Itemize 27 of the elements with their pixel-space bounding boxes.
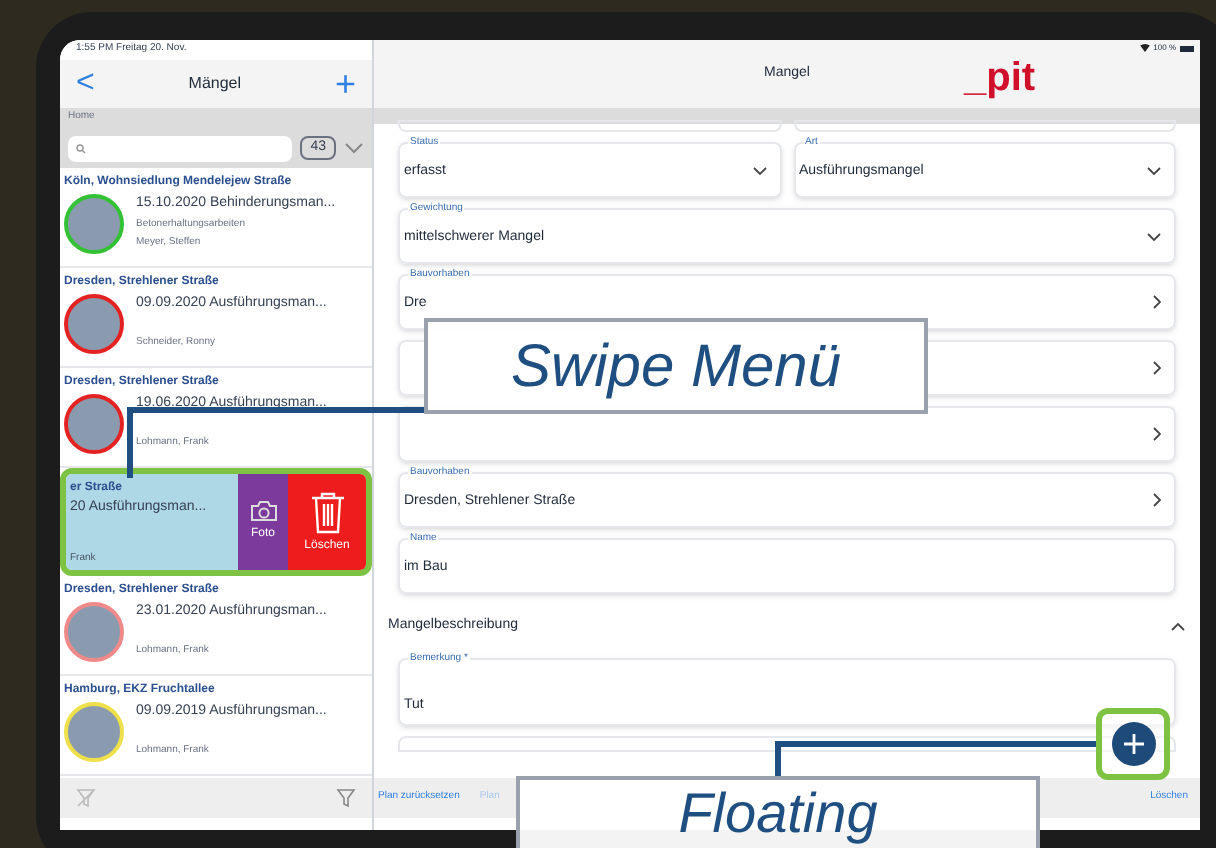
- chevron-down-icon: [751, 165, 767, 175]
- chevron-down-icon[interactable]: [344, 142, 364, 154]
- chevron-up-icon: [1170, 621, 1186, 631]
- plus-icon: [1123, 734, 1143, 754]
- add-button[interactable]: +: [334, 66, 356, 102]
- callout-label: Floating: [678, 780, 878, 848]
- panel-title: Mängel: [188, 72, 242, 96]
- chevron-right-icon: [1152, 426, 1162, 442]
- filter-icon[interactable]: [336, 788, 356, 808]
- chevron-down-icon: [1146, 165, 1162, 175]
- brand-logo: _pit: [964, 58, 1036, 98]
- search-icon: [76, 143, 86, 153]
- chevron-right-icon: [1152, 294, 1162, 310]
- chevron-right-icon: [1152, 360, 1162, 376]
- wifi-icon: [1139, 44, 1150, 52]
- back-button[interactable]: <: [76, 68, 95, 100]
- battery-icon: [1180, 45, 1194, 51]
- filter-off-icon[interactable]: [76, 788, 96, 808]
- input-field[interactable]: [398, 120, 781, 132]
- trash-icon: [309, 489, 345, 533]
- search-field[interactable]: [68, 135, 293, 161]
- chevron-right-icon: [1152, 492, 1162, 508]
- callout-label: Swipe Menü: [510, 331, 842, 403]
- chevron-down-icon: [1146, 231, 1162, 241]
- input-field[interactable]: [793, 120, 1176, 132]
- camera-icon: [249, 500, 277, 522]
- input-field[interactable]: [398, 736, 1176, 752]
